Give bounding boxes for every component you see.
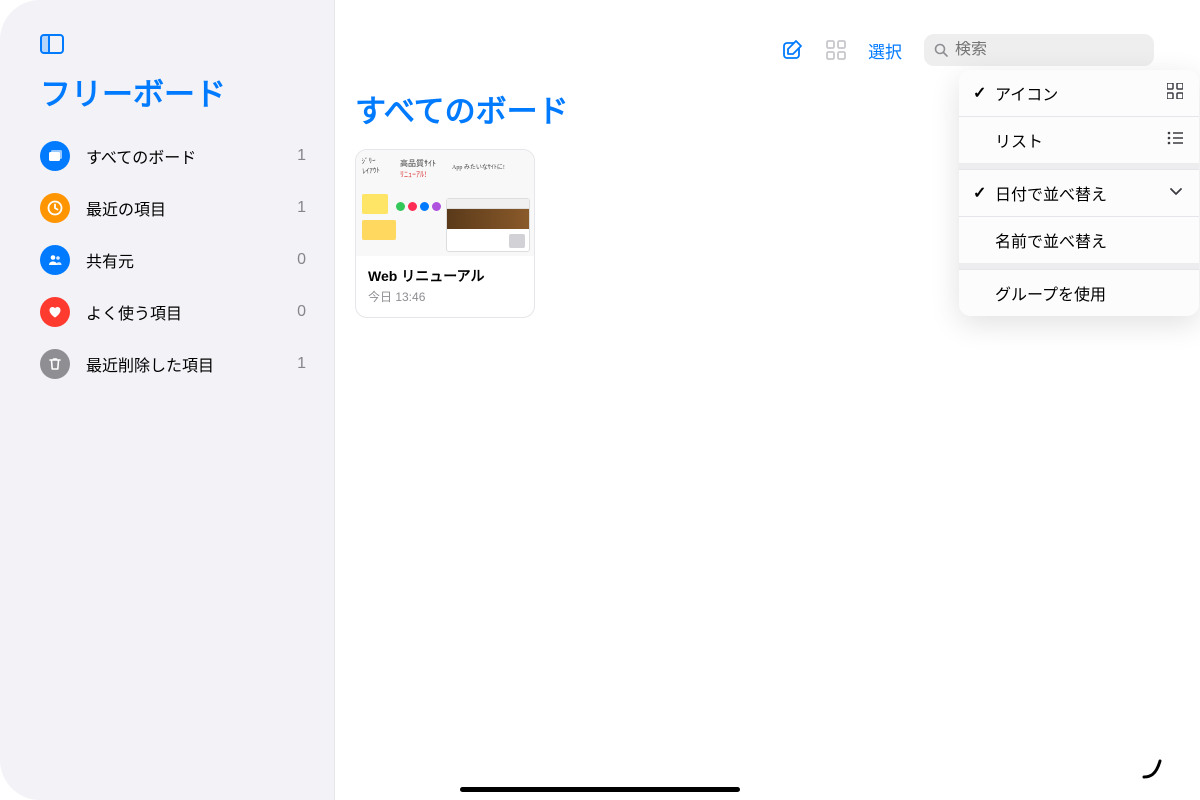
menu-item-list-view[interactable]: リスト — [959, 116, 1199, 163]
sidebar-item-count: 0 — [297, 251, 306, 269]
sidebar-item-shared[interactable]: 共有元 0 — [40, 234, 314, 286]
menu-item-icon-view[interactable]: ✓ アイコン — [959, 70, 1199, 116]
people-icon — [40, 245, 70, 275]
grid-icon — [1167, 83, 1183, 104]
menu-item-sort-date[interactable]: ✓ 日付で並べ替え — [959, 169, 1199, 216]
sidebar-item-count: 0 — [297, 303, 306, 321]
sidebar-item-recent[interactable]: 最近の項目 1 — [40, 182, 314, 234]
search-icon — [934, 43, 949, 58]
chevron-down-icon — [1169, 184, 1183, 202]
search-field[interactable] — [924, 34, 1154, 66]
pencil-corner-icon[interactable] — [1140, 757, 1164, 786]
clock-icon — [40, 193, 70, 223]
sidebar-item-label: 共有元 — [86, 248, 297, 272]
board-thumbnail: ｼﾞﾘｰﾚｲｱｳﾄ 高品質ｻｲﾄﾘﾆｭｰｱﾙ! App みたいなｻｲﾄに! — [356, 150, 534, 256]
menu-item-label: リスト — [995, 128, 1167, 152]
heart-icon — [40, 297, 70, 327]
list-icon — [1167, 131, 1183, 150]
board-title: Web リニューアル — [368, 266, 522, 286]
main-content: 選択 すべてのボード ｼﾞﾘｰﾚｲｱｳﾄ 高品質ｻｲﾄﾘﾆｭｰｱﾙ! App み… — [335, 0, 1200, 800]
menu-item-sort-name[interactable]: 名前で並べ替え — [959, 216, 1199, 263]
sidebar-item-deleted[interactable]: 最近削除した項目 1 — [40, 338, 314, 390]
view-options-button[interactable] — [826, 40, 846, 60]
board-timestamp: 今日 13:46 — [368, 288, 522, 305]
boards-icon — [40, 141, 70, 171]
checkmark-icon: ✓ — [973, 183, 995, 203]
checkmark-icon: ✓ — [973, 83, 995, 103]
sidebar-item-label: 最近の項目 — [86, 196, 297, 220]
sidebar-item-label: 最近削除した項目 — [86, 352, 297, 376]
trash-icon — [40, 349, 70, 379]
menu-item-label: 日付で並べ替え — [995, 181, 1169, 205]
board-card[interactable]: ｼﾞﾘｰﾚｲｱｳﾄ 高品質ｻｲﾄﾘﾆｭｰｱﾙ! App みたいなｻｲﾄに! We… — [355, 149, 535, 318]
new-board-button[interactable] — [782, 39, 804, 61]
view-options-menu: ✓ アイコン リスト ✓ 日付で並べ替え — [959, 70, 1199, 316]
search-input[interactable] — [955, 41, 1144, 59]
app-title: フリーボード — [40, 69, 334, 114]
menu-item-label: アイコン — [995, 81, 1167, 105]
sidebar-item-count: 1 — [297, 199, 306, 217]
sidebar: フリーボード すべてのボード 1 最近の項目 1 共有元 — [0, 0, 335, 800]
sidebar-item-label: すべてのボード — [86, 144, 297, 168]
sidebar-item-all-boards[interactable]: すべてのボード 1 — [40, 130, 314, 182]
select-button[interactable]: 選択 — [868, 38, 902, 63]
menu-item-label: 名前で並べ替え — [995, 228, 1183, 252]
sidebar-item-count: 1 — [297, 147, 306, 165]
sidebar-item-label: よく使う項目 — [86, 300, 297, 324]
sidebar-item-count: 1 — [297, 355, 306, 373]
menu-item-label: グループを使用 — [995, 281, 1183, 305]
sidebar-item-favorites[interactable]: よく使う項目 0 — [40, 286, 314, 338]
menu-item-use-groups[interactable]: グループを使用 — [959, 269, 1199, 316]
home-indicator[interactable] — [460, 787, 740, 792]
sidebar-toggle-icon[interactable] — [40, 34, 334, 59]
